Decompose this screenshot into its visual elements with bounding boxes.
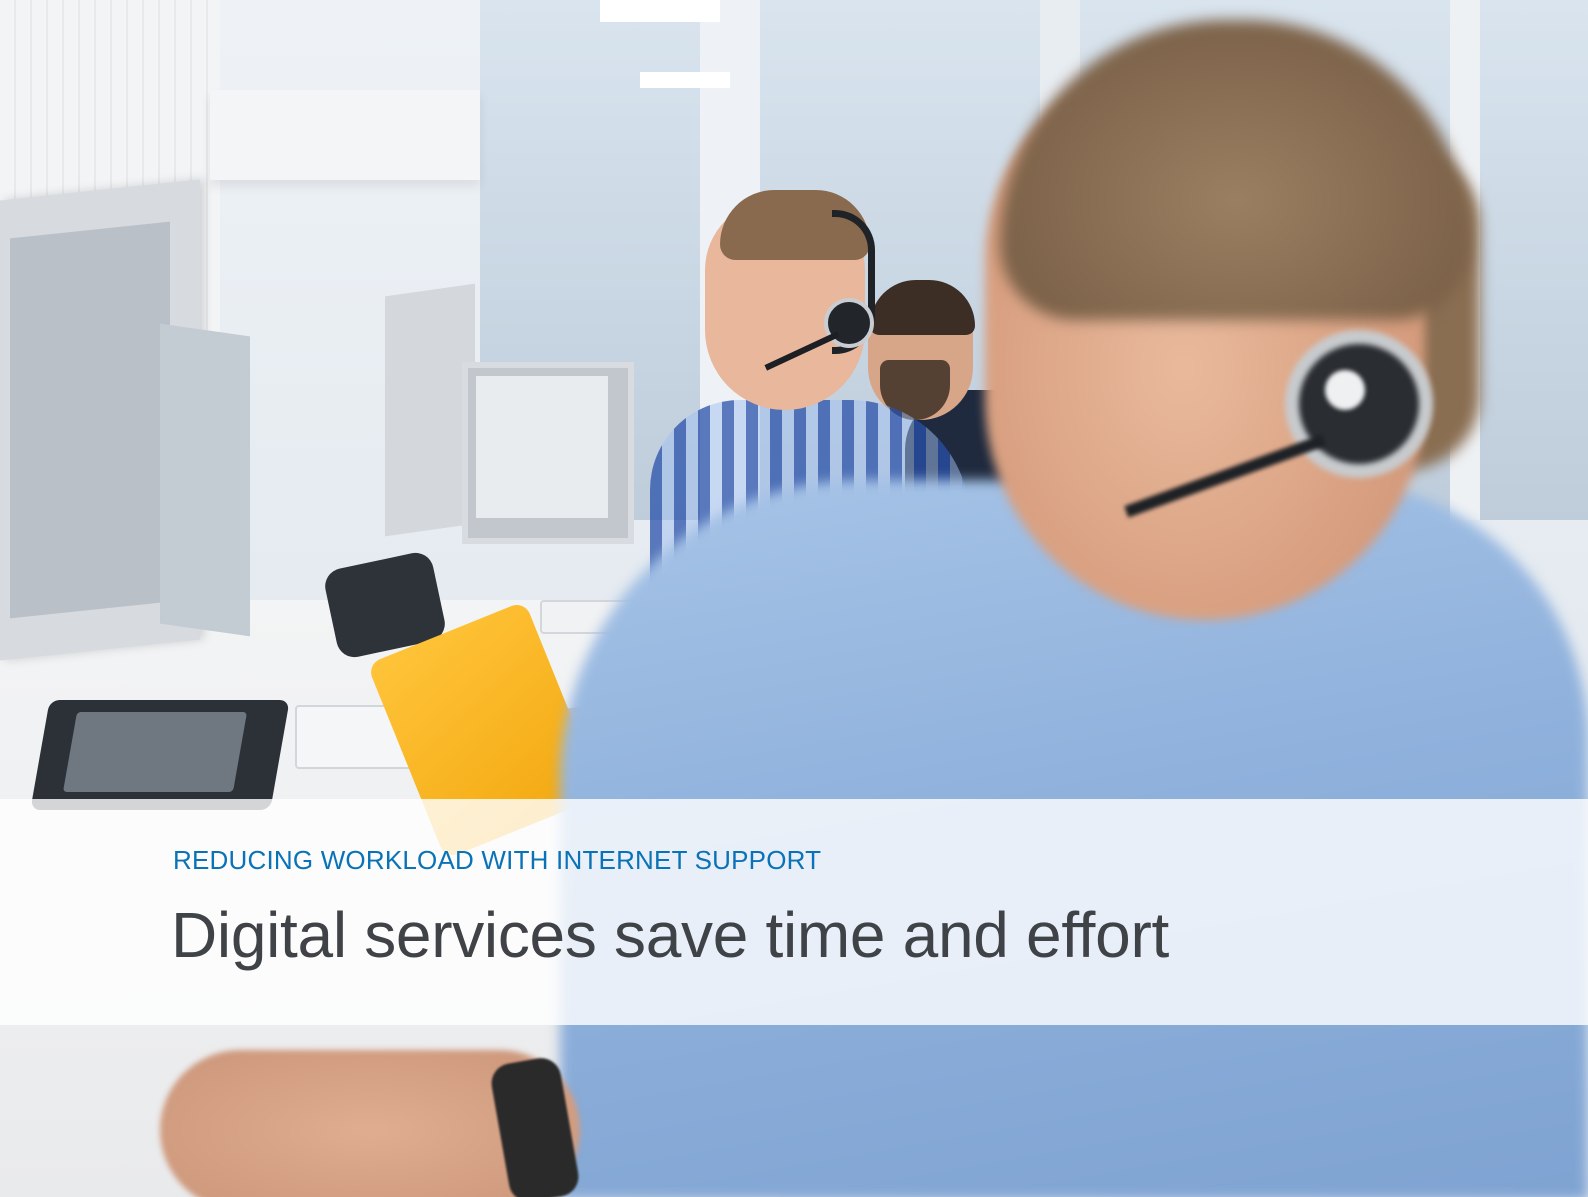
ceiling-light xyxy=(640,72,730,88)
monitor xyxy=(160,323,250,637)
hero-banner: REDUCING WORKLOAD WITH INTERNET SUPPORT … xyxy=(0,0,1588,1197)
hero-headline: Digital services save time and effort xyxy=(171,899,1169,971)
desk-phone-screen xyxy=(62,712,248,792)
monitor-screen xyxy=(476,376,608,518)
monitor-screen xyxy=(10,221,170,619)
hero-eyebrow: REDUCING WORKLOAD WITH INTERNET SUPPORT xyxy=(173,845,822,875)
headset-earcup-center xyxy=(1325,370,1365,410)
ceiling-light xyxy=(600,0,720,22)
wall-shelf xyxy=(210,90,480,180)
